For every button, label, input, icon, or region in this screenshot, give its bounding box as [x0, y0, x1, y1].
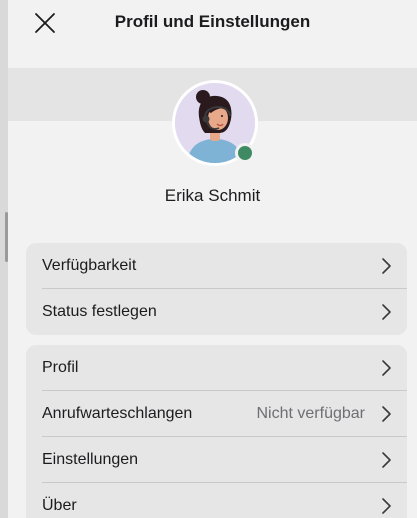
header: Profil und Einstellungen — [8, 0, 417, 46]
list-item-settings[interactable]: Einstellungen — [26, 437, 407, 483]
presence-status-icon — [235, 143, 255, 163]
chevron-right-icon — [382, 304, 391, 320]
chevron-right-icon — [382, 452, 391, 468]
list-item-label: Über — [42, 497, 77, 514]
list-item-call-queues[interactable]: Anrufwarteschlangen Nicht verfügbar — [26, 391, 407, 437]
list-item-label: Status festlegen — [42, 303, 157, 320]
list-item-label: Einstellungen — [42, 451, 139, 468]
left-edge-strip — [0, 0, 8, 518]
chevron-right-icon — [382, 498, 391, 514]
list-item-profile[interactable]: Profil — [26, 345, 407, 391]
page-title: Profil und Einstellungen — [114, 12, 311, 31]
list-item-label: Verfügbarkeit — [42, 257, 137, 274]
list-item-label: Profil — [42, 359, 79, 376]
availability-group: Verfügbarkeit Status festlegen — [26, 243, 407, 335]
user-name: Erika Schmit — [164, 186, 261, 205]
list-item-label: Anrufwarteschlangen — [42, 405, 193, 422]
list-item-about[interactable]: Über — [26, 483, 407, 518]
settings-group: Profil Anrufwarteschlangen Nicht verfügb… — [26, 345, 407, 518]
chevron-right-icon — [382, 258, 391, 274]
call-queues-status: Nicht verfügbar — [256, 405, 366, 422]
profile-settings-panel: Profil und Einstellungen Erika Schmit Ve… — [8, 0, 417, 518]
chevron-right-icon — [382, 406, 391, 422]
list-item-set-status[interactable]: Status festlegen — [26, 289, 407, 335]
chevron-right-icon — [382, 360, 391, 376]
list-item-availability[interactable]: Verfügbarkeit — [26, 243, 407, 289]
